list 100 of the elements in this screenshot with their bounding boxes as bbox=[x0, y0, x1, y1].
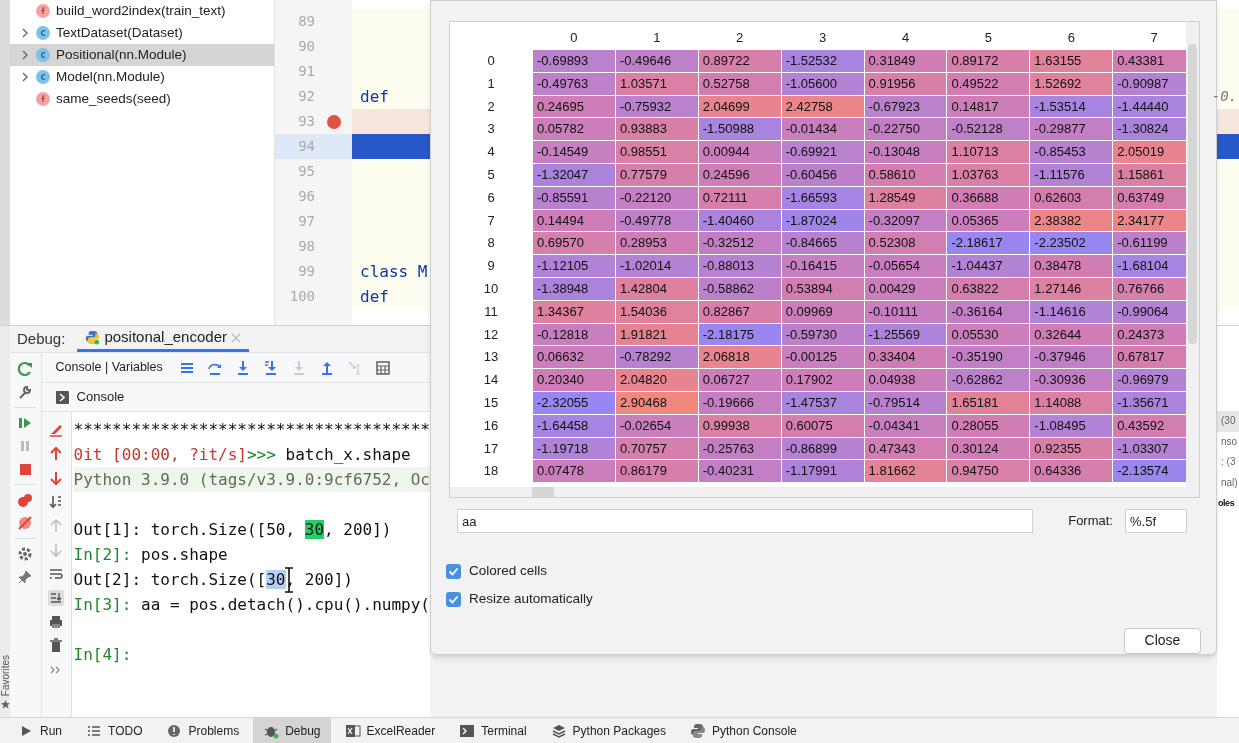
print-icon[interactable] bbox=[48, 614, 65, 630]
table-cell: -0.04341 bbox=[864, 414, 947, 437]
settings-icon[interactable] bbox=[17, 546, 34, 562]
console-line: Out[1]: torch.Size([50, 30, 200]) bbox=[73, 519, 393, 541]
tree-item[interactable]: build_word2index(train_text) bbox=[10, 0, 274, 22]
table-cell: -1.35671 bbox=[1113, 391, 1186, 414]
console-line: In[4]: bbox=[73, 644, 133, 666]
format-field[interactable]: %.5f bbox=[1125, 509, 1187, 533]
favorites-tab[interactable]: Favorites bbox=[0, 654, 13, 696]
pin-icon[interactable] bbox=[17, 569, 34, 585]
checkbox[interactable] bbox=[446, 591, 461, 607]
chevron-right-icon[interactable] bbox=[20, 72, 30, 82]
table-cell: -0.62862 bbox=[947, 369, 1030, 391]
step-into-my-code-icon[interactable] bbox=[262, 359, 279, 376]
tree-item[interactable]: Positional(nn.Module) bbox=[10, 44, 274, 66]
table-cell: -0.13048 bbox=[864, 141, 947, 163]
table-cell: 0.43592 bbox=[1113, 414, 1186, 437]
table-cell: 0.58610 bbox=[864, 164, 947, 186]
table-cell: 0.52308 bbox=[864, 232, 947, 255]
table-cell: -1.03307 bbox=[1113, 437, 1186, 460]
table-cell: 0.36688 bbox=[947, 186, 1030, 209]
table-cell: -0.52128 bbox=[947, 118, 1030, 141]
column-header: 0 bbox=[569, 29, 579, 47]
tool-window-tab[interactable]: Terminal bbox=[449, 718, 537, 743]
table-cell: -2.23502 bbox=[1030, 232, 1113, 255]
table-cell: -0.22120 bbox=[615, 186, 698, 209]
column-header: 5 bbox=[983, 29, 993, 47]
tool-window-tab[interactable]: Run bbox=[8, 718, 72, 743]
rerun-icon[interactable] bbox=[17, 361, 34, 377]
view-tabs[interactable]: Console | Variables bbox=[55, 358, 163, 377]
table-cell: 0.33404 bbox=[864, 346, 947, 369]
tool-window-tab[interactable]: Debug bbox=[253, 718, 331, 743]
breakpoint-icon[interactable] bbox=[326, 114, 341, 129]
table-cell: 0.09969 bbox=[781, 300, 864, 323]
stop-icon[interactable] bbox=[17, 461, 34, 477]
checkbox-label[interactable]: Resize automatically bbox=[469, 589, 593, 610]
tree-item[interactable]: Model(nn.Module) bbox=[10, 66, 274, 88]
console-line: Out[2]: torch.Size([30, 200]) bbox=[73, 567, 430, 592]
scroll-to-end-icon[interactable] bbox=[48, 590, 65, 606]
table-cell: -1.08495 bbox=[1030, 414, 1113, 437]
tree-item[interactable]: same_seeds(seed) bbox=[10, 88, 274, 110]
class-icon bbox=[36, 70, 50, 84]
table-cell: 1.42804 bbox=[615, 277, 698, 300]
table-cell: -0.40231 bbox=[698, 460, 781, 483]
table-cell: 2.04820 bbox=[615, 369, 698, 391]
scrollbar-thumb[interactable] bbox=[532, 487, 554, 497]
table-cell: -1.30824 bbox=[1113, 118, 1186, 141]
table-cell: 0.52758 bbox=[698, 72, 781, 95]
table-cell: 0.62603 bbox=[1030, 186, 1113, 209]
tool-window-tab[interactable]: TODO bbox=[76, 718, 153, 743]
table-cell: 1.34367 bbox=[533, 300, 615, 323]
table-cell: 0.82867 bbox=[698, 300, 781, 323]
table-cell: -1.11576 bbox=[1030, 164, 1113, 186]
table-cell: -1.19718 bbox=[533, 437, 615, 460]
table-cell: 0.05530 bbox=[947, 323, 1030, 346]
trash-icon[interactable] bbox=[48, 638, 65, 654]
table-cell: 0.28953 bbox=[615, 232, 698, 255]
table-cell: -0.22750 bbox=[864, 118, 947, 141]
table-cell: -0.99064 bbox=[1113, 300, 1186, 323]
table-cell: 1.91821 bbox=[615, 323, 698, 346]
table-cell: 1.81662 bbox=[864, 460, 947, 483]
close-button[interactable]: Close bbox=[1124, 627, 1201, 654]
wrench-icon[interactable] bbox=[17, 384, 34, 400]
chevron-right-icon[interactable] bbox=[20, 28, 30, 38]
table-cell: -0.49763 bbox=[533, 72, 615, 95]
mute-breakpoints-icon[interactable] bbox=[17, 515, 34, 531]
table-cell: 0.76766 bbox=[1113, 277, 1186, 300]
breakpoints-icon[interactable] bbox=[17, 492, 34, 508]
table-cell: -0.29877 bbox=[1030, 118, 1113, 141]
table-cell: 1.14088 bbox=[1030, 391, 1113, 414]
table-cell: -0.02654 bbox=[615, 414, 698, 437]
tool-window-tab[interactable]: Python Console bbox=[680, 718, 807, 743]
tree-item[interactable]: TextDataset(Dataset) bbox=[10, 22, 274, 44]
tool-window-tab[interactable]: Problems bbox=[156, 718, 250, 743]
console-tab[interactable]: Console bbox=[76, 387, 125, 407]
table-cell: 1.52692 bbox=[1030, 72, 1113, 95]
row-header: 3 bbox=[486, 120, 496, 139]
chevron-right-icon[interactable] bbox=[20, 50, 30, 60]
column-header: 4 bbox=[900, 29, 911, 47]
table-cell: -0.84665 bbox=[781, 232, 864, 255]
scrollbar-thumb[interactable] bbox=[1188, 44, 1197, 344]
table-cell: 0.07478 bbox=[533, 460, 615, 483]
table-cell: 0.91956 bbox=[864, 72, 947, 95]
tool-window-tab[interactable]: ExcelReader bbox=[334, 718, 446, 743]
checkbox[interactable] bbox=[446, 563, 461, 579]
calculator-icon[interactable] bbox=[374, 359, 391, 376]
expression-field[interactable]: aa bbox=[457, 509, 1033, 533]
soft-wrap-icon[interactable] bbox=[48, 566, 65, 582]
clear-icon[interactable] bbox=[48, 422, 65, 438]
line-number: 98 bbox=[297, 237, 315, 256]
row-header: 17 bbox=[482, 439, 500, 458]
column-header: 1 bbox=[652, 29, 662, 47]
table-cell: -0.37946 bbox=[1030, 346, 1113, 369]
table-cell: -0.96979 bbox=[1113, 369, 1186, 391]
panel-title: Debug: bbox=[17, 328, 66, 349]
arrow-down-icon[interactable] bbox=[48, 470, 65, 486]
table-cell: -0.49646 bbox=[615, 50, 698, 72]
table-cell: 1.54036 bbox=[615, 300, 698, 323]
tool-window-tab[interactable]: Python Packages bbox=[540, 718, 676, 743]
checkbox-label[interactable]: Colored cells bbox=[469, 561, 548, 582]
